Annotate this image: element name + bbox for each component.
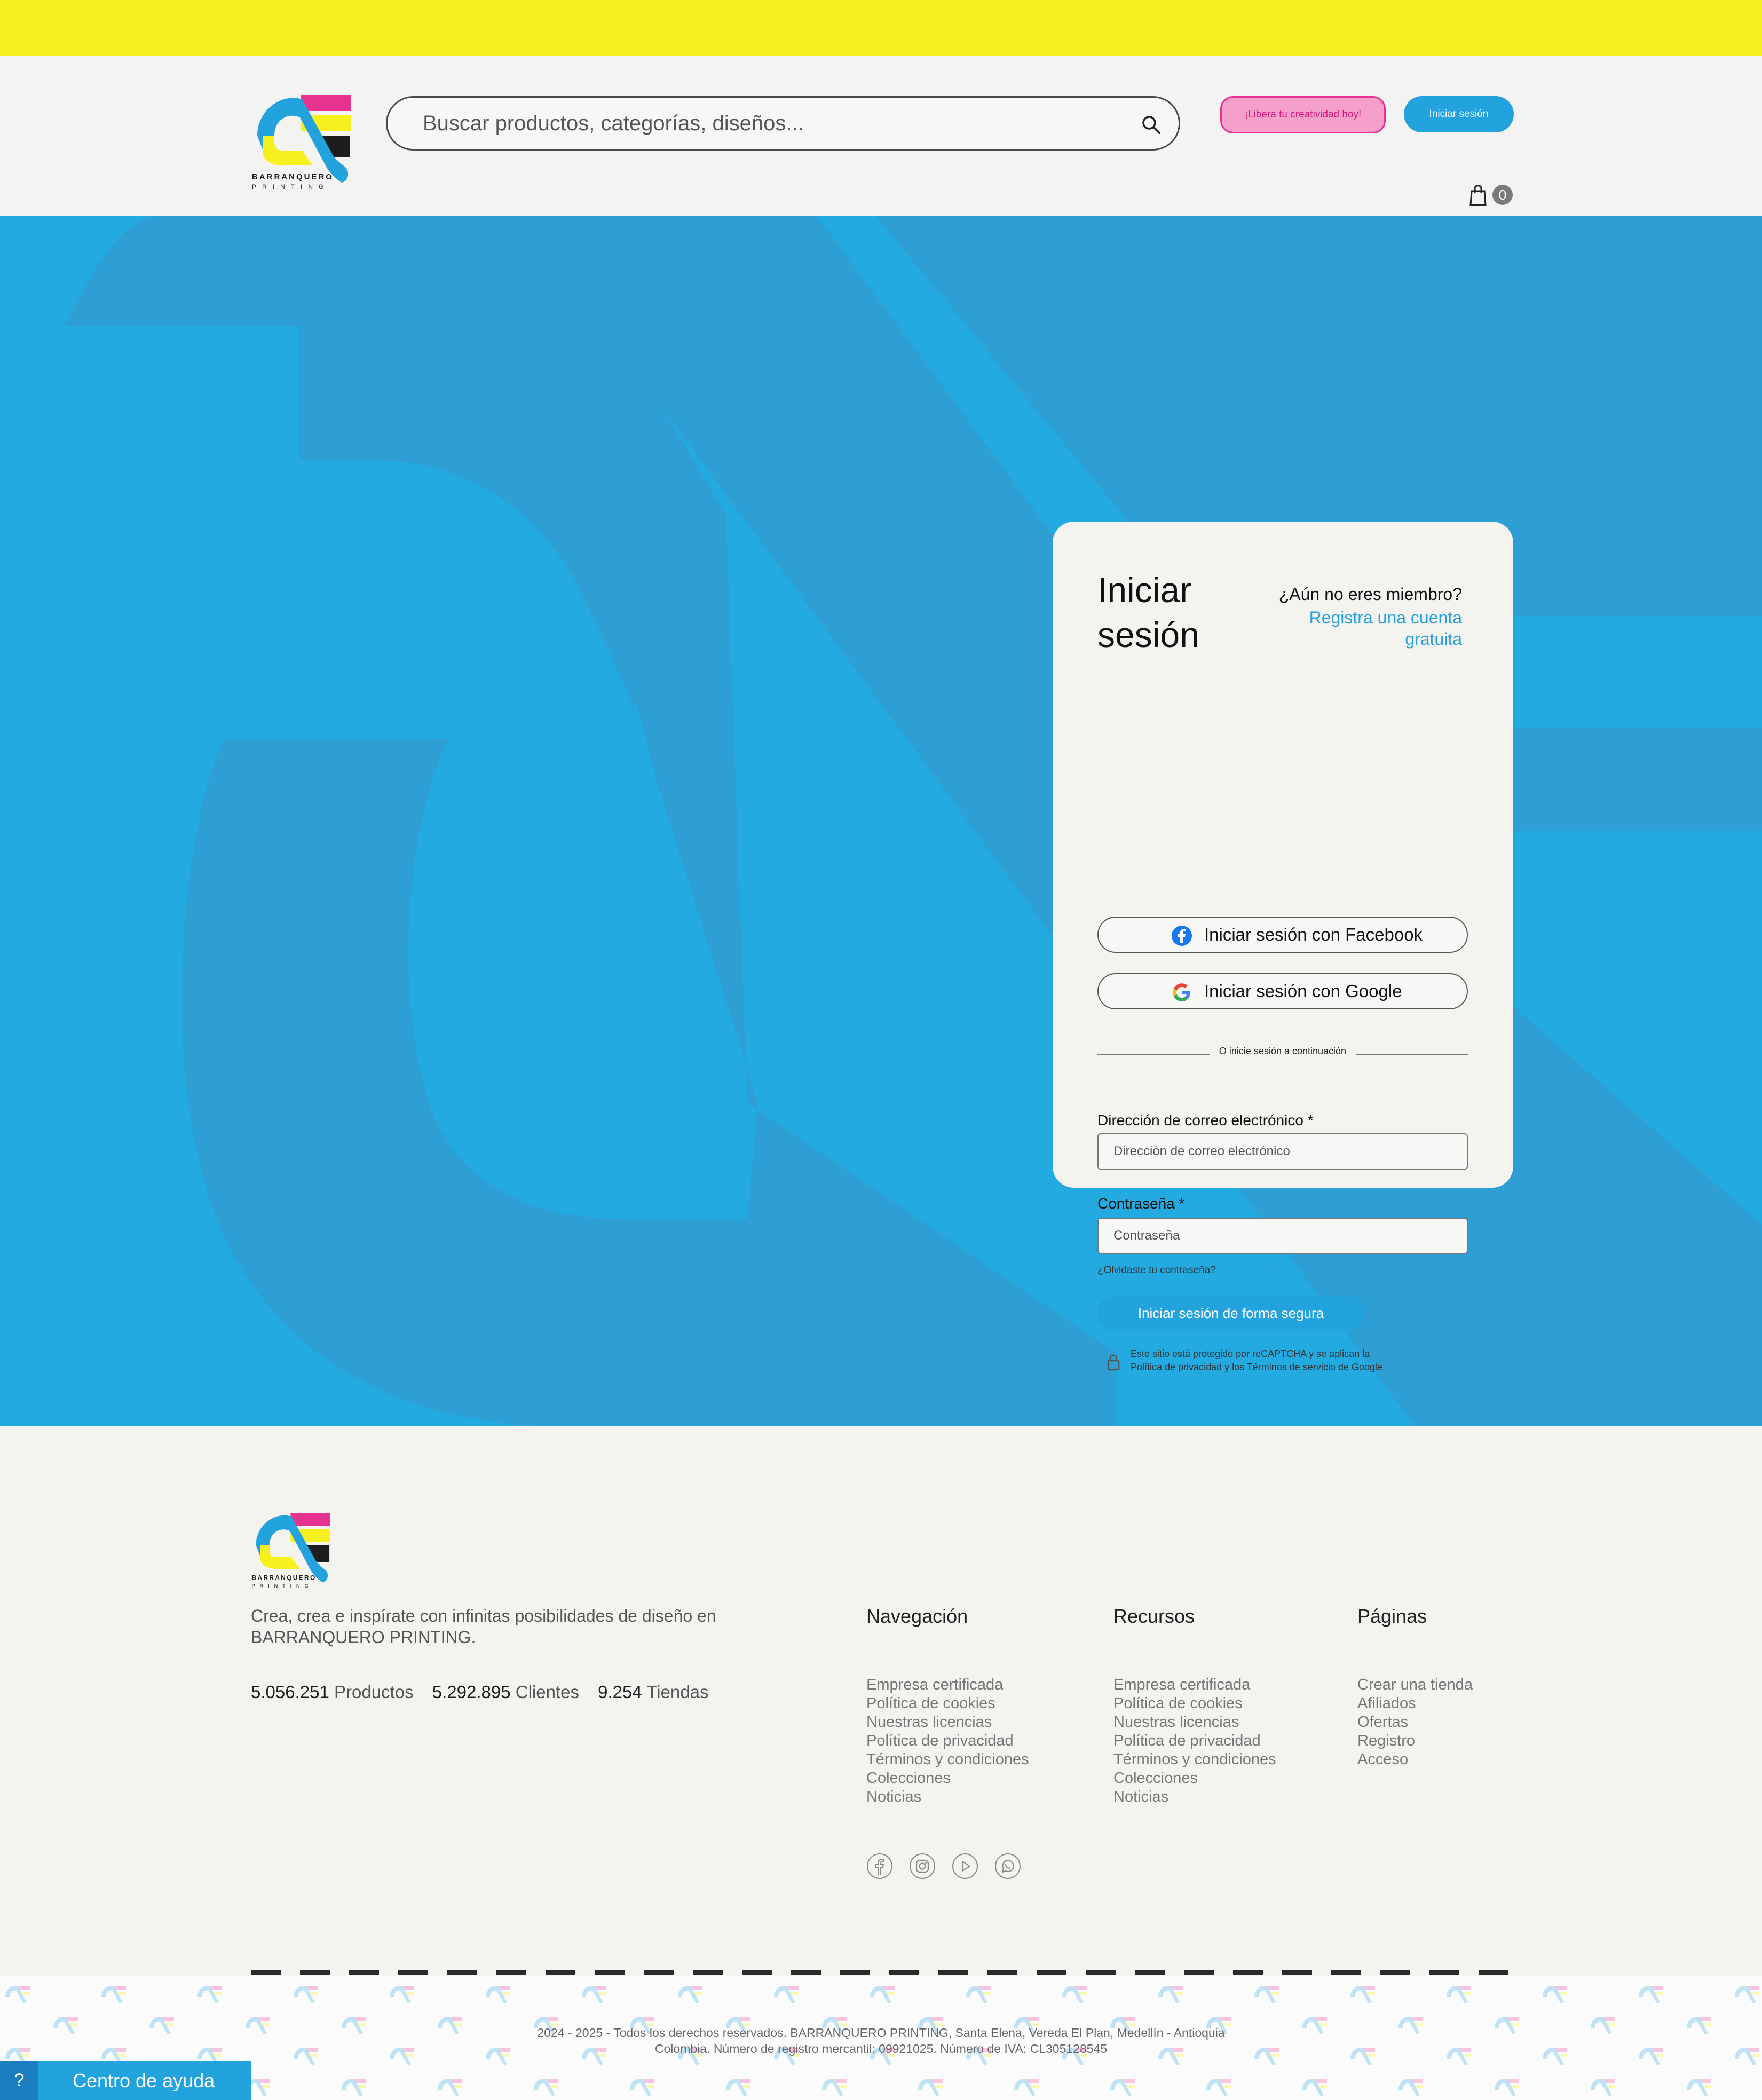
recaptcha-line-2: Política de privacidad y los Términos de…: [1131, 1362, 1385, 1372]
forgot-password: ¿Olvidaste tu contraseña? Haz click aquí…: [1097, 1265, 1285, 1276]
email-label: Dirección de correo electrónico *: [1097, 1112, 1314, 1128]
footer-tagline: Crea, crea e inspírate con infinitas pos…: [251, 1606, 716, 1647]
footer-column-title: Recursos: [1113, 1605, 1195, 1627]
divider-line-right: [1356, 1054, 1468, 1055]
footer-column-paginas: Páginas Crear una tienda Afiliados Ofert…: [1357, 1605, 1473, 1769]
footer-link[interactable]: Colecciones: [1113, 1769, 1276, 1788]
footer-link[interactable]: Empresa certificada: [866, 1676, 1029, 1694]
member-question: ¿Aún no eres miembro?: [1278, 585, 1462, 604]
logo-subword: PRINTING: [252, 183, 329, 191]
google-login-button[interactable]: Iniciar sesión con Google: [1097, 973, 1468, 1009]
footer-column-navegacion: Navegación Empresa certificada Política …: [866, 1605, 1029, 1806]
site-footer: BARRANQUERO PRINTING Crea, crea e inspír…: [0, 1426, 1762, 1976]
recaptcha-line-1: Este sitio está protegido por reCAPTCHA …: [1131, 1348, 1370, 1359]
login-hero: Iniciar sesión ¿Aún no eres miembro? Reg…: [0, 216, 1762, 1426]
help-center-button[interactable]: ? Centro de ayuda: [0, 2061, 251, 2100]
footer-link[interactable]: Noticias: [866, 1788, 1029, 1806]
facebook-login-button[interactable]: Iniciar sesión con Facebook: [1097, 917, 1468, 953]
brand-logo-mark: BARRANQUERO PRINTING: [252, 95, 351, 191]
stat-stores-label: Tiendas: [646, 1682, 709, 1702]
footer-link[interactable]: Política de privacidad: [1113, 1732, 1276, 1750]
footer-link[interactable]: Política de cookies: [1113, 1694, 1276, 1713]
stat-clients-value: 5.292.895: [432, 1682, 511, 1702]
password-label: Contraseña *: [1097, 1195, 1185, 1212]
recaptcha-text: Este sitio está protegido por reCAPTCHA …: [1131, 1347, 1451, 1374]
email-field[interactable]: [1097, 1133, 1468, 1170]
creativity-cta-button[interactable]: ¡Libera tu creatividad hoy!: [1220, 96, 1386, 133]
copyright-text: 2024 - 2025 - Todos los derechos reserva…: [0, 2025, 1762, 2057]
register-link[interactable]: Registra una cuenta gratuita: [1286, 607, 1462, 650]
footer-link[interactable]: Noticias: [1113, 1788, 1276, 1806]
footer-link[interactable]: Términos y condiciones: [1113, 1750, 1276, 1769]
copyright-line-2: Colombia. Número de registro mercantil: …: [654, 2042, 1108, 2056]
facebook-login-label: Iniciar sesión con Facebook: [1204, 925, 1423, 944]
divider-text: O inicie sesión a continuación: [1219, 1046, 1347, 1056]
footer-link[interactable]: Nuestras licencias: [866, 1713, 1029, 1732]
footer-link[interactable]: Crear una tienda: [1357, 1676, 1473, 1694]
footer-link[interactable]: Empresa certificada: [1113, 1676, 1276, 1694]
cart-count-badge: 0: [1492, 185, 1513, 205]
footer-link[interactable]: Términos y condiciones: [866, 1750, 1029, 1769]
footer-link[interactable]: Política de privacidad: [866, 1732, 1029, 1750]
instagram-icon[interactable]: [909, 1853, 936, 1880]
footer-logo-subword: PRINTING: [252, 1583, 313, 1589]
copyright-line-1: 2024 - 2025 - Todos los derechos reserva…: [537, 2026, 1225, 2040]
search-bar: [386, 96, 1180, 151]
footer-logo-mark: BARRANQUERO PRINTING: [252, 1513, 330, 1589]
search-icon[interactable]: [1140, 114, 1162, 135]
footer-dashed-divider: [251, 1970, 1514, 1975]
footer-column-title: Páginas: [1357, 1605, 1427, 1627]
youtube-icon[interactable]: [952, 1853, 978, 1880]
help-center-label: Centro de ayuda: [73, 2070, 215, 2091]
google-login-label: Iniciar sesión con Google: [1204, 981, 1402, 1001]
footer-stats: 5.056.251 Productos 5.292.895 Clientes 9…: [251, 1682, 709, 1702]
google-icon: [1173, 983, 1190, 1001]
stat-products-label: Productos: [334, 1682, 414, 1702]
login-title: Iniciar sesión: [1097, 570, 1199, 654]
stat-products-value: 5.056.251: [251, 1682, 329, 1702]
copyright-bar: 2024 - 2025 - Todos los derechos reserva…: [0, 1976, 1762, 2100]
footer-column-recursos: Recursos Empresa certificada Política de…: [1113, 1605, 1276, 1806]
footer-link[interactable]: Nuestras licencias: [1113, 1713, 1276, 1732]
facebook-icon: [1172, 926, 1192, 946]
facebook-icon[interactable]: [866, 1853, 893, 1880]
password-field[interactable]: [1097, 1218, 1468, 1254]
footer-link[interactable]: Registro: [1357, 1732, 1473, 1750]
footer-link[interactable]: Acceso: [1357, 1750, 1473, 1769]
lock-icon: [1107, 1354, 1120, 1371]
footer-link[interactable]: Afiliados: [1357, 1694, 1473, 1713]
stat-clients-label: Clientes: [515, 1682, 579, 1702]
footer-column-title: Navegación: [866, 1605, 968, 1627]
cart[interactable]: 0: [1469, 181, 1517, 208]
logo-wordmark: BARRANQUERO: [252, 172, 334, 181]
top-announcement-bar: [0, 0, 1762, 56]
login-card: Iniciar sesión ¿Aún no eres miembro? Reg…: [1053, 522, 1513, 1372]
stat-stores-value: 9.254: [598, 1682, 642, 1702]
footer-link[interactable]: Colecciones: [866, 1769, 1029, 1788]
footer-link[interactable]: Política de cookies: [866, 1694, 1029, 1713]
brand-logo[interactable]: BARRANQUERO PRINTING: [251, 88, 368, 192]
help-question-icon: ?: [0, 2061, 38, 2100]
login-divider: O inicie sesión a continuación: [1097, 1044, 1468, 1065]
whatsapp-icon[interactable]: [994, 1853, 1021, 1880]
site-header: BARRANQUERO PRINTING ¡Libera tu creativi…: [0, 56, 1762, 216]
forgot-password-text: ¿Olvidaste tu contraseña?: [1097, 1265, 1216, 1276]
header-login-button[interactable]: Iniciar sesión: [1404, 96, 1514, 132]
recaptcha-notice: Este sitio está protegido por reCAPTCHA …: [1107, 1347, 1449, 1379]
search-input[interactable]: [423, 98, 1117, 149]
footer-logo[interactable]: BARRANQUERO PRINTING: [251, 1507, 344, 1590]
footer-link[interactable]: Ofertas: [1357, 1713, 1473, 1732]
shopping-bag-icon: [1469, 185, 1487, 206]
footer-logo-wordmark: BARRANQUERO: [252, 1574, 317, 1582]
forgot-password-link[interactable]: Haz click aquí.: [1219, 1265, 1285, 1276]
secure-login-button[interactable]: Iniciar sesión de forma segura: [1097, 1296, 1364, 1331]
